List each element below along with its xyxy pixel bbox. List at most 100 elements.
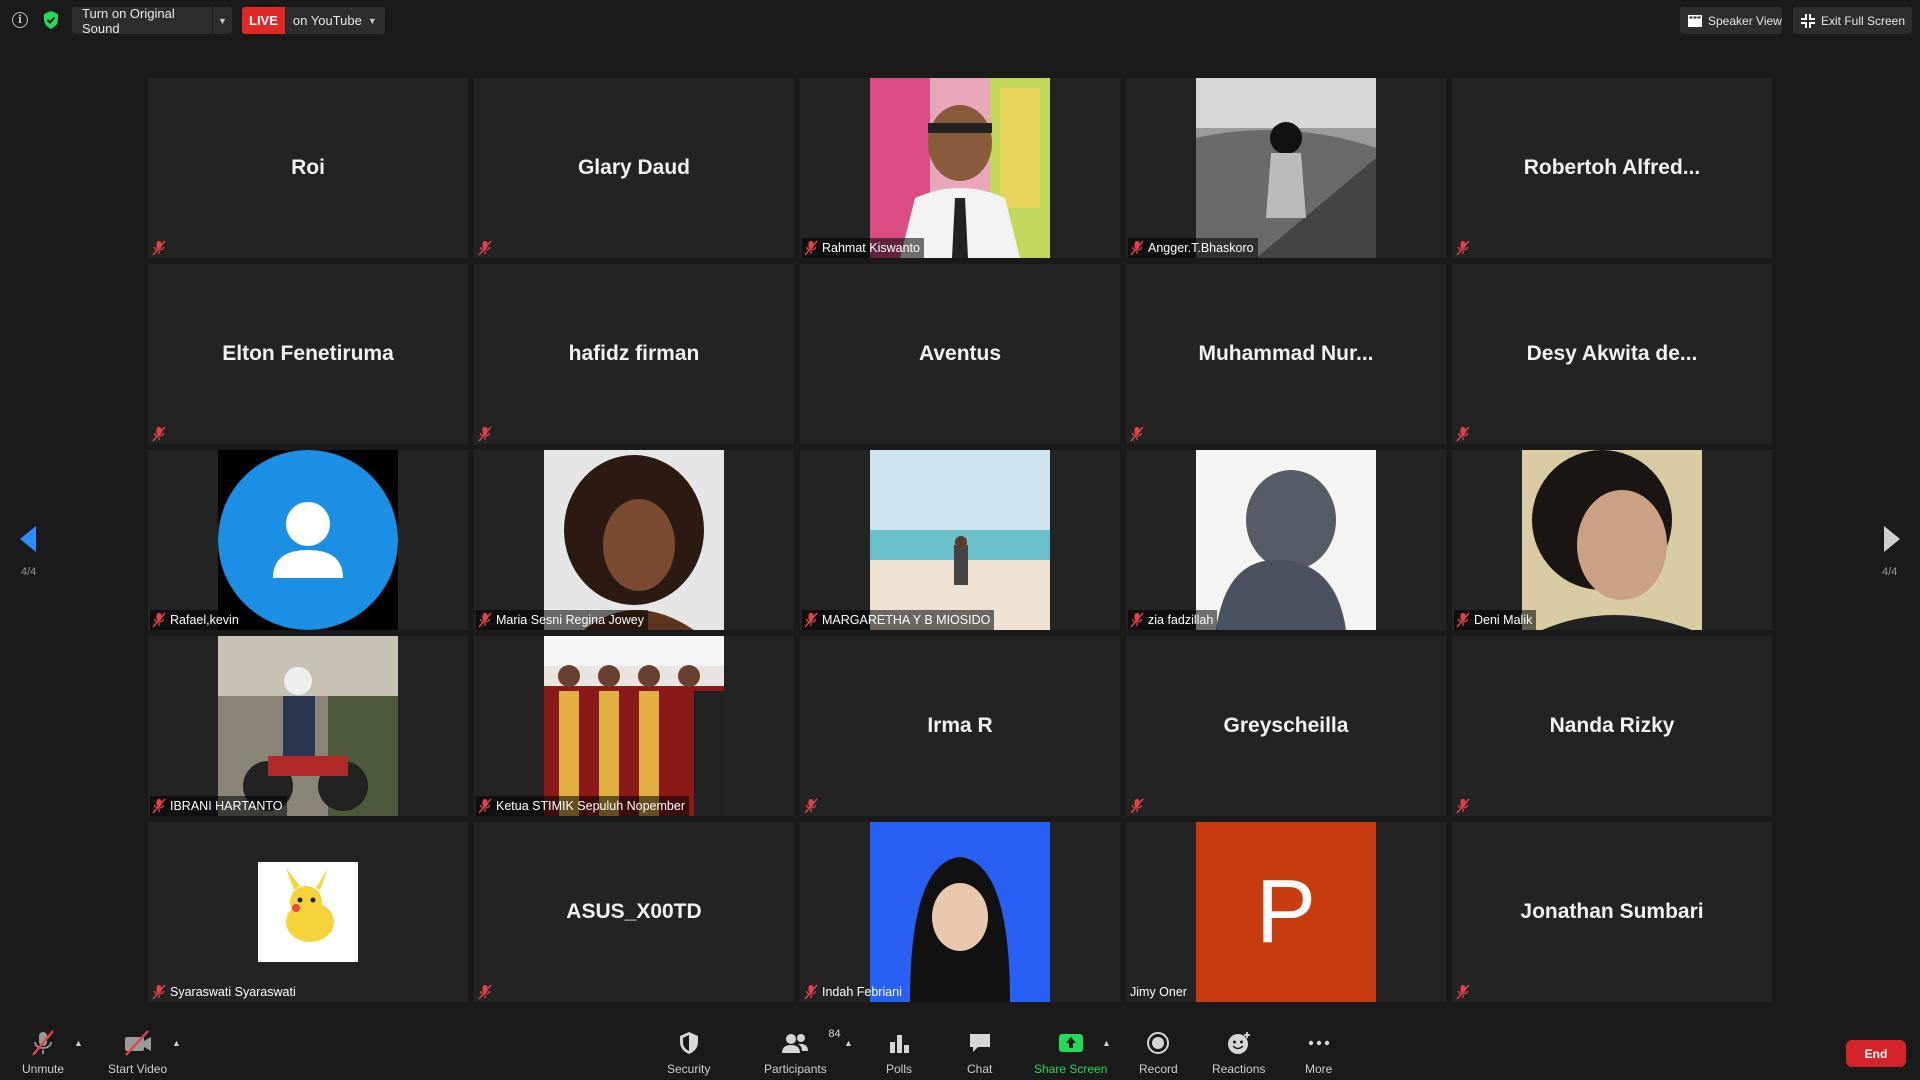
participant-name: Aventus <box>918 342 1002 365</box>
polls-icon <box>890 1035 909 1053</box>
participant-tile-ketua-stimik[interactable]: Ketua STIMIK Sepuluh Nopember <box>474 636 794 816</box>
participant-label: Ketua STIMIK Sepuluh Nopember <box>476 796 689 816</box>
participant-video <box>544 450 724 630</box>
polls-label: Polls <box>886 1062 913 1076</box>
participant-name: ASUS_X00TD <box>566 900 702 923</box>
participants-label: Participants <box>764 1062 827 1076</box>
chevron-down-icon: ▼ <box>367 15 377 26</box>
participant-tile-zia-fadzillah[interactable]: zia fadzillah <box>1126 450 1446 630</box>
chevron-up-icon[interactable]: ▲ <box>1102 1038 1111 1048</box>
chevron-up-icon[interactable]: ▲ <box>74 1038 83 1048</box>
chevron-left-icon[interactable] <box>16 524 40 554</box>
participant-label <box>802 796 822 816</box>
participant-tile-desy-akwita[interactable]: Desy Akwita de... <box>1452 264 1772 444</box>
participant-label <box>476 238 496 258</box>
live-platform-label: on YouTube <box>292 13 362 28</box>
user-silhouette-icon <box>218 450 398 630</box>
participant-tile-elton-fenetiruma[interactable]: Elton Fenetiruma <box>148 264 468 444</box>
participant-tile-angger-bhaskoro[interactable]: Angger.T.Bhaskoro <box>1126 78 1446 258</box>
participant-tile-asus-x00td[interactable]: ASUS_X00TD <box>474 822 794 1002</box>
participant-tile-hafidz-firman[interactable]: hafidz firman <box>474 264 794 444</box>
participant-tile-nanda-rizky[interactable]: Nanda Rizky <box>1452 636 1772 816</box>
speaker-view-label: Speaker View <box>1708 13 1782 28</box>
participant-name: Rahmat Kiswanto <box>822 241 920 255</box>
shield-icon[interactable] <box>42 10 60 30</box>
participant-tile-aventus[interactable]: Aventus <box>800 264 1120 444</box>
participant-video <box>544 636 724 816</box>
speaker-view-button[interactable]: Speaker View <box>1680 7 1782 34</box>
chevron-up-icon[interactable]: ▲ <box>844 1038 853 1048</box>
reactions-button[interactable]: Reactions <box>1212 1028 1265 1076</box>
share-screen-button[interactable]: Share Screen <box>1034 1028 1107 1076</box>
participant-video <box>218 636 398 816</box>
mic-off-icon <box>804 240 818 256</box>
participant-tile-roi[interactable]: Roi <box>148 78 468 258</box>
participant-tile-syaraswati[interactable]: Syaraswati Syaraswati <box>148 822 468 1002</box>
participant-name: IBRANI HARTANTO <box>170 799 283 813</box>
participant-tile-glary-daud[interactable]: Glary Daud <box>474 78 794 258</box>
chevron-down-icon[interactable]: ▼ <box>212 7 232 34</box>
participant-tile-indah-febriani[interactable]: Indah Febriani <box>800 822 1120 1002</box>
mic-off-icon <box>1130 240 1144 256</box>
participant-tile-rahmat-kiswanto[interactable]: Rahmat Kiswanto <box>800 78 1120 258</box>
participant-name: Desy Akwita de... <box>1526 342 1698 365</box>
chat-button[interactable]: Chat <box>967 1028 992 1076</box>
participants-button[interactable]: 84 Participants <box>764 1028 841 1076</box>
share-screen-label: Share Screen <box>1034 1062 1108 1076</box>
security-button[interactable]: Security <box>667 1028 710 1076</box>
participant-label <box>1454 424 1474 444</box>
mic-off-icon <box>1456 984 1470 1000</box>
participant-video <box>870 822 1050 1002</box>
participant-label: Rahmat Kiswanto <box>802 238 924 258</box>
start-video-button[interactable]: Start Video <box>108 1028 167 1076</box>
chevron-right-icon[interactable] <box>1880 524 1904 554</box>
participant-label: zia fadzillah <box>1128 610 1218 630</box>
participant-tile-muhammad-nur[interactable]: Muhammad Nur... <box>1126 264 1446 444</box>
participant-name: Indah Febriani <box>822 985 902 999</box>
participant-tile-ibrani-hartanto[interactable]: IBRANI HARTANTO <box>148 636 468 816</box>
participant-tile-jonathan-sumbari[interactable]: Jonathan Sumbari <box>1452 822 1772 1002</box>
participant-label <box>476 424 496 444</box>
participant-name: Rafael,kevin <box>170 613 239 627</box>
participant-name: Greyscheilla <box>1223 714 1349 737</box>
mic-off-icon <box>1456 798 1470 814</box>
more-button[interactable]: More <box>1305 1028 1332 1076</box>
participant-tile-margaretha-miosido[interactable]: MARGARETHA Y B MIOSIDO <box>800 450 1120 630</box>
end-meeting-button[interactable]: End <box>1846 1040 1906 1067</box>
more-icon <box>1308 1040 1329 1046</box>
participant-tile-irma-r[interactable]: Irma R <box>800 636 1120 816</box>
exit-fullscreen-label: Exit Full Screen <box>1821 13 1906 28</box>
participant-tile-jimy-oner[interactable]: P Jimy Oner <box>1126 822 1446 1002</box>
participant-name: zia fadzillah <box>1148 613 1214 627</box>
original-sound-button[interactable]: Turn on Original Sound ▼ <box>72 6 232 36</box>
polls-button[interactable]: Polls <box>886 1028 912 1076</box>
top-bar: i Turn on Original Sound ▼ LIVE on YouTu… <box>0 0 1920 42</box>
more-label: More <box>1305 1062 1333 1076</box>
page-indicator-left: 4/4 <box>21 566 37 578</box>
mic-off-icon <box>152 240 166 256</box>
info-icon[interactable]: i <box>12 12 28 28</box>
chevron-up-icon[interactable]: ▲ <box>172 1038 181 1048</box>
unmute-button[interactable]: Unmute <box>22 1028 64 1076</box>
participant-label <box>150 424 170 444</box>
exit-fullscreen-button[interactable]: Exit Full Screen <box>1793 7 1912 34</box>
mic-off-icon <box>152 612 166 628</box>
participant-tile-greyscheilla[interactable]: Greyscheilla <box>1126 636 1446 816</box>
live-stream-button[interactable]: LIVE on YouTube ▼ <box>242 7 385 34</box>
mic-off-icon <box>478 798 492 814</box>
meeting-toolbar: Unmute ▲ Start Video ▲ Security 84 Parti… <box>0 1022 1920 1080</box>
record-button[interactable]: Record <box>1139 1028 1178 1076</box>
participant-avatar: P <box>1196 822 1376 1002</box>
participant-tile-robertoh-alfred[interactable]: Robertoh Alfred... <box>1452 78 1772 258</box>
participant-label: Deni Malik <box>1454 610 1537 630</box>
participant-label <box>1128 796 1148 816</box>
participant-avatar <box>218 450 398 630</box>
mic-off-icon <box>478 240 492 256</box>
participant-tile-maria-jowey[interactable]: Maria Sesni Regina Jowey <box>474 450 794 630</box>
participant-label: Syaraswati Syaraswati <box>150 982 300 1002</box>
mic-off-icon <box>152 798 166 814</box>
participant-label: IBRANI HARTANTO <box>150 796 287 816</box>
participant-tile-rafael-kevin[interactable]: Rafael,kevin <box>148 450 468 630</box>
share-screen-icon <box>1058 1034 1083 1052</box>
participant-tile-deni-malik[interactable]: Deni Malik <box>1452 450 1772 630</box>
